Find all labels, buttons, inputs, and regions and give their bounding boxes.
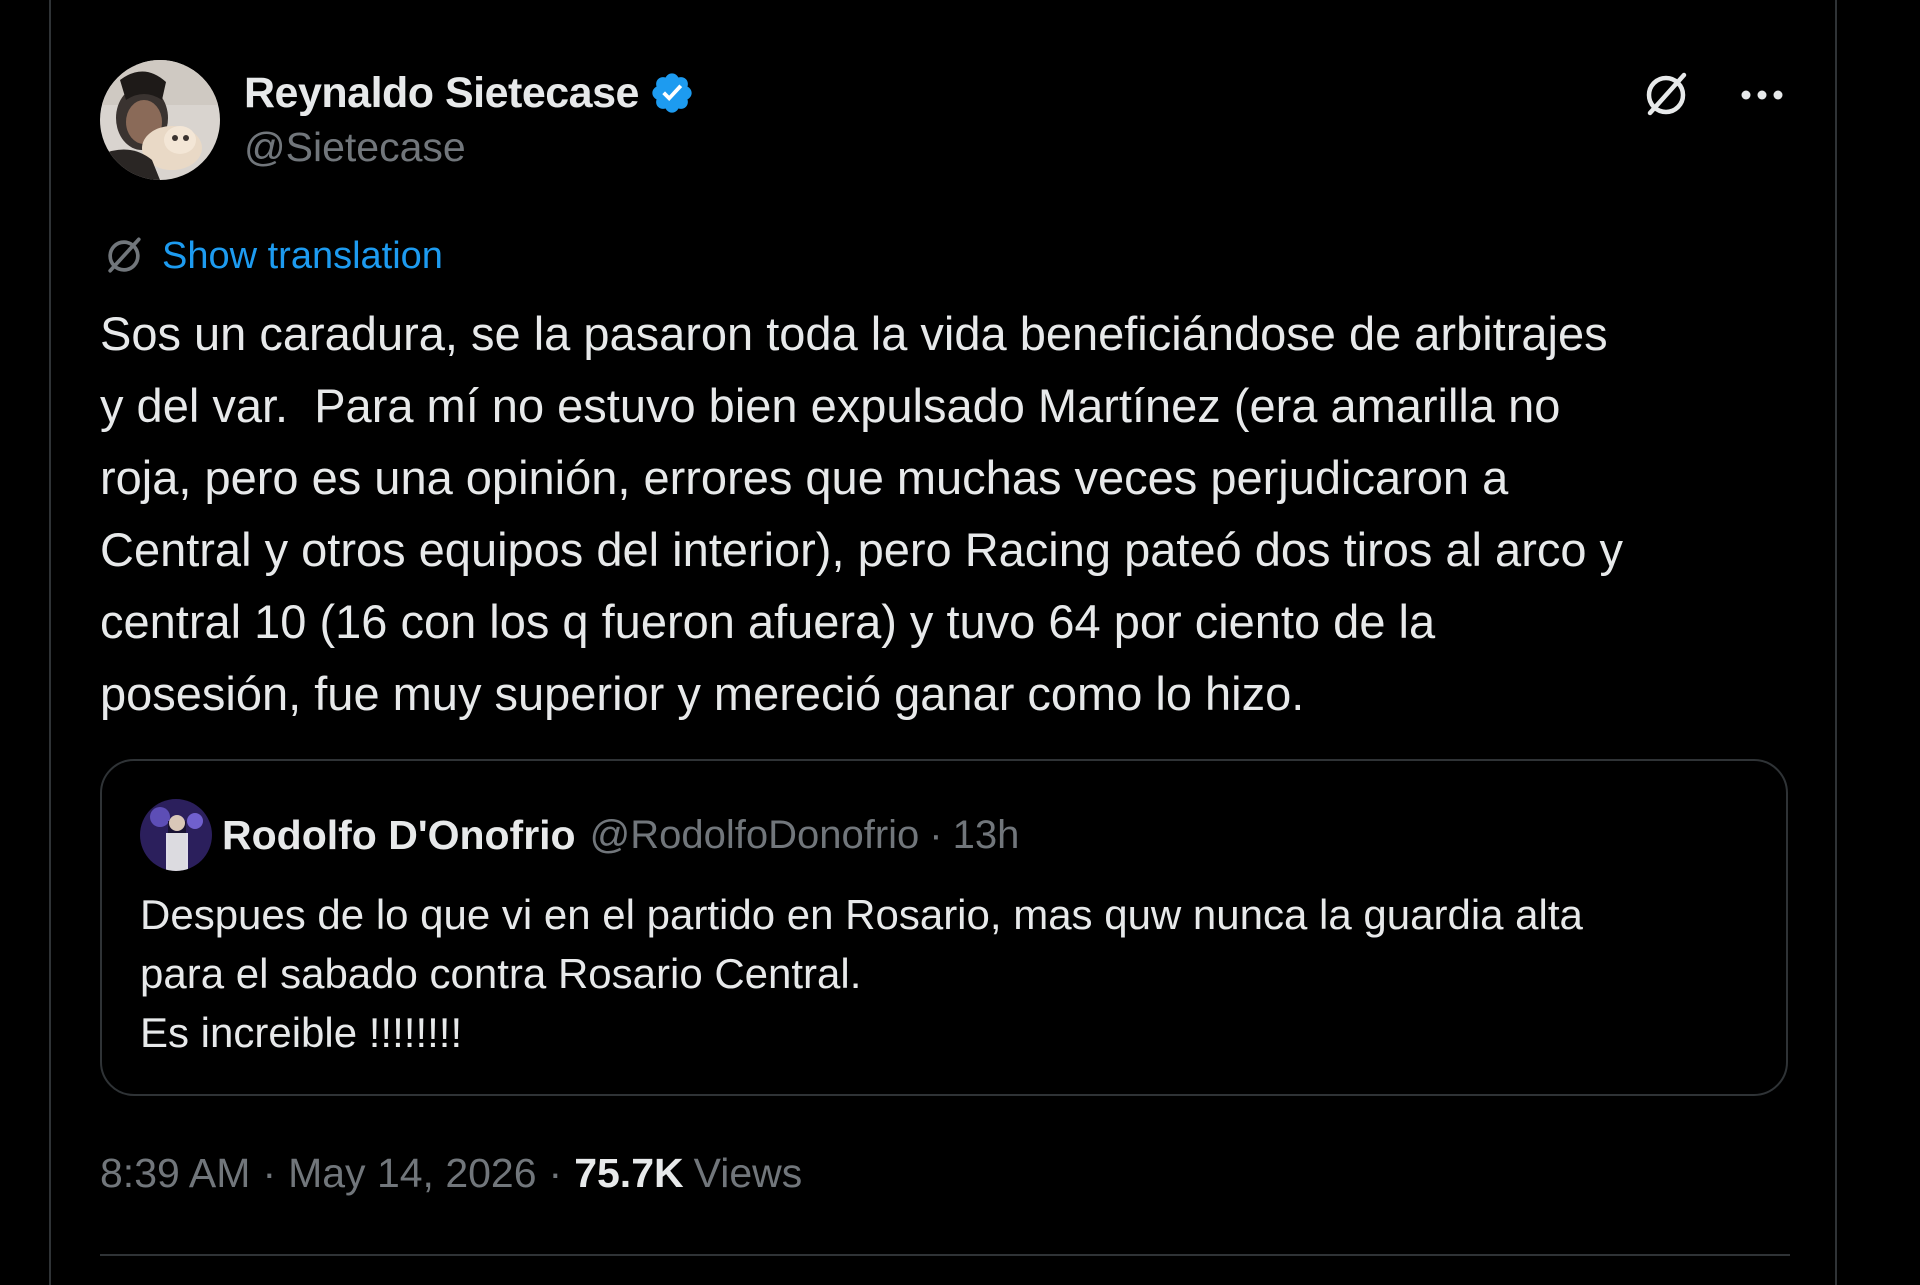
verified-badge-icon[interactable] bbox=[649, 70, 695, 116]
quoted-tweet-text: Despues de lo que vi en el partido en Ro… bbox=[140, 891, 1583, 1056]
divider bbox=[100, 1254, 1790, 1256]
quoted-author-handle: @RodolfoDonofrio bbox=[589, 812, 920, 857]
tweet-date[interactable]: May 14, 2026 bbox=[288, 1150, 536, 1197]
tweet-text: Sos un caradura, se la pasaron toda la v… bbox=[100, 307, 1624, 720]
tweet-time[interactable]: 8:39 AM bbox=[100, 1150, 250, 1197]
translation-row: Show translation bbox=[100, 232, 443, 280]
grok-translate-icon bbox=[108, 237, 141, 273]
author-identity: Reynaldo Sietecase @Sietecase bbox=[244, 65, 695, 171]
quoted-author-name: Rodolfo D'Onofrio bbox=[222, 811, 576, 858]
quoted-author-avatar[interactable] bbox=[140, 799, 212, 871]
author-display-name[interactable]: Reynaldo Sietecase bbox=[244, 69, 639, 118]
grok-icon[interactable] bbox=[1638, 67, 1694, 123]
quoted-avatar-image bbox=[140, 799, 212, 871]
quoted-tweet[interactable]: Rodolfo D'Onofrio @RodolfoDonofrio · 13h… bbox=[100, 759, 1788, 1096]
author-handle[interactable]: @Sietecase bbox=[244, 124, 695, 171]
views-label: Views bbox=[693, 1150, 803, 1196]
views-count: 75.7K bbox=[574, 1150, 684, 1196]
show-translation-link[interactable]: Show translation bbox=[162, 235, 443, 278]
meta-separator: · bbox=[262, 1150, 277, 1196]
meta-separator: · bbox=[548, 1150, 563, 1196]
author-avatar-image bbox=[100, 60, 220, 180]
quoted-timestamp: 13h bbox=[952, 812, 1020, 857]
tweet-top-actions bbox=[1638, 67, 1790, 123]
author-avatar[interactable] bbox=[100, 60, 220, 180]
more-options-icon[interactable] bbox=[1734, 67, 1790, 123]
quoted-separator: · bbox=[929, 812, 943, 857]
tweet-meta: 8:39 AM · May 14, 2026 · 75.7K Views bbox=[100, 1150, 802, 1197]
timeline-column: Reynaldo Sietecase @Sietecase Show trans… bbox=[49, 0, 1837, 1285]
quoted-tweet-header: Rodolfo D'Onofrio @RodolfoDonofrio · 13h bbox=[140, 799, 1019, 871]
